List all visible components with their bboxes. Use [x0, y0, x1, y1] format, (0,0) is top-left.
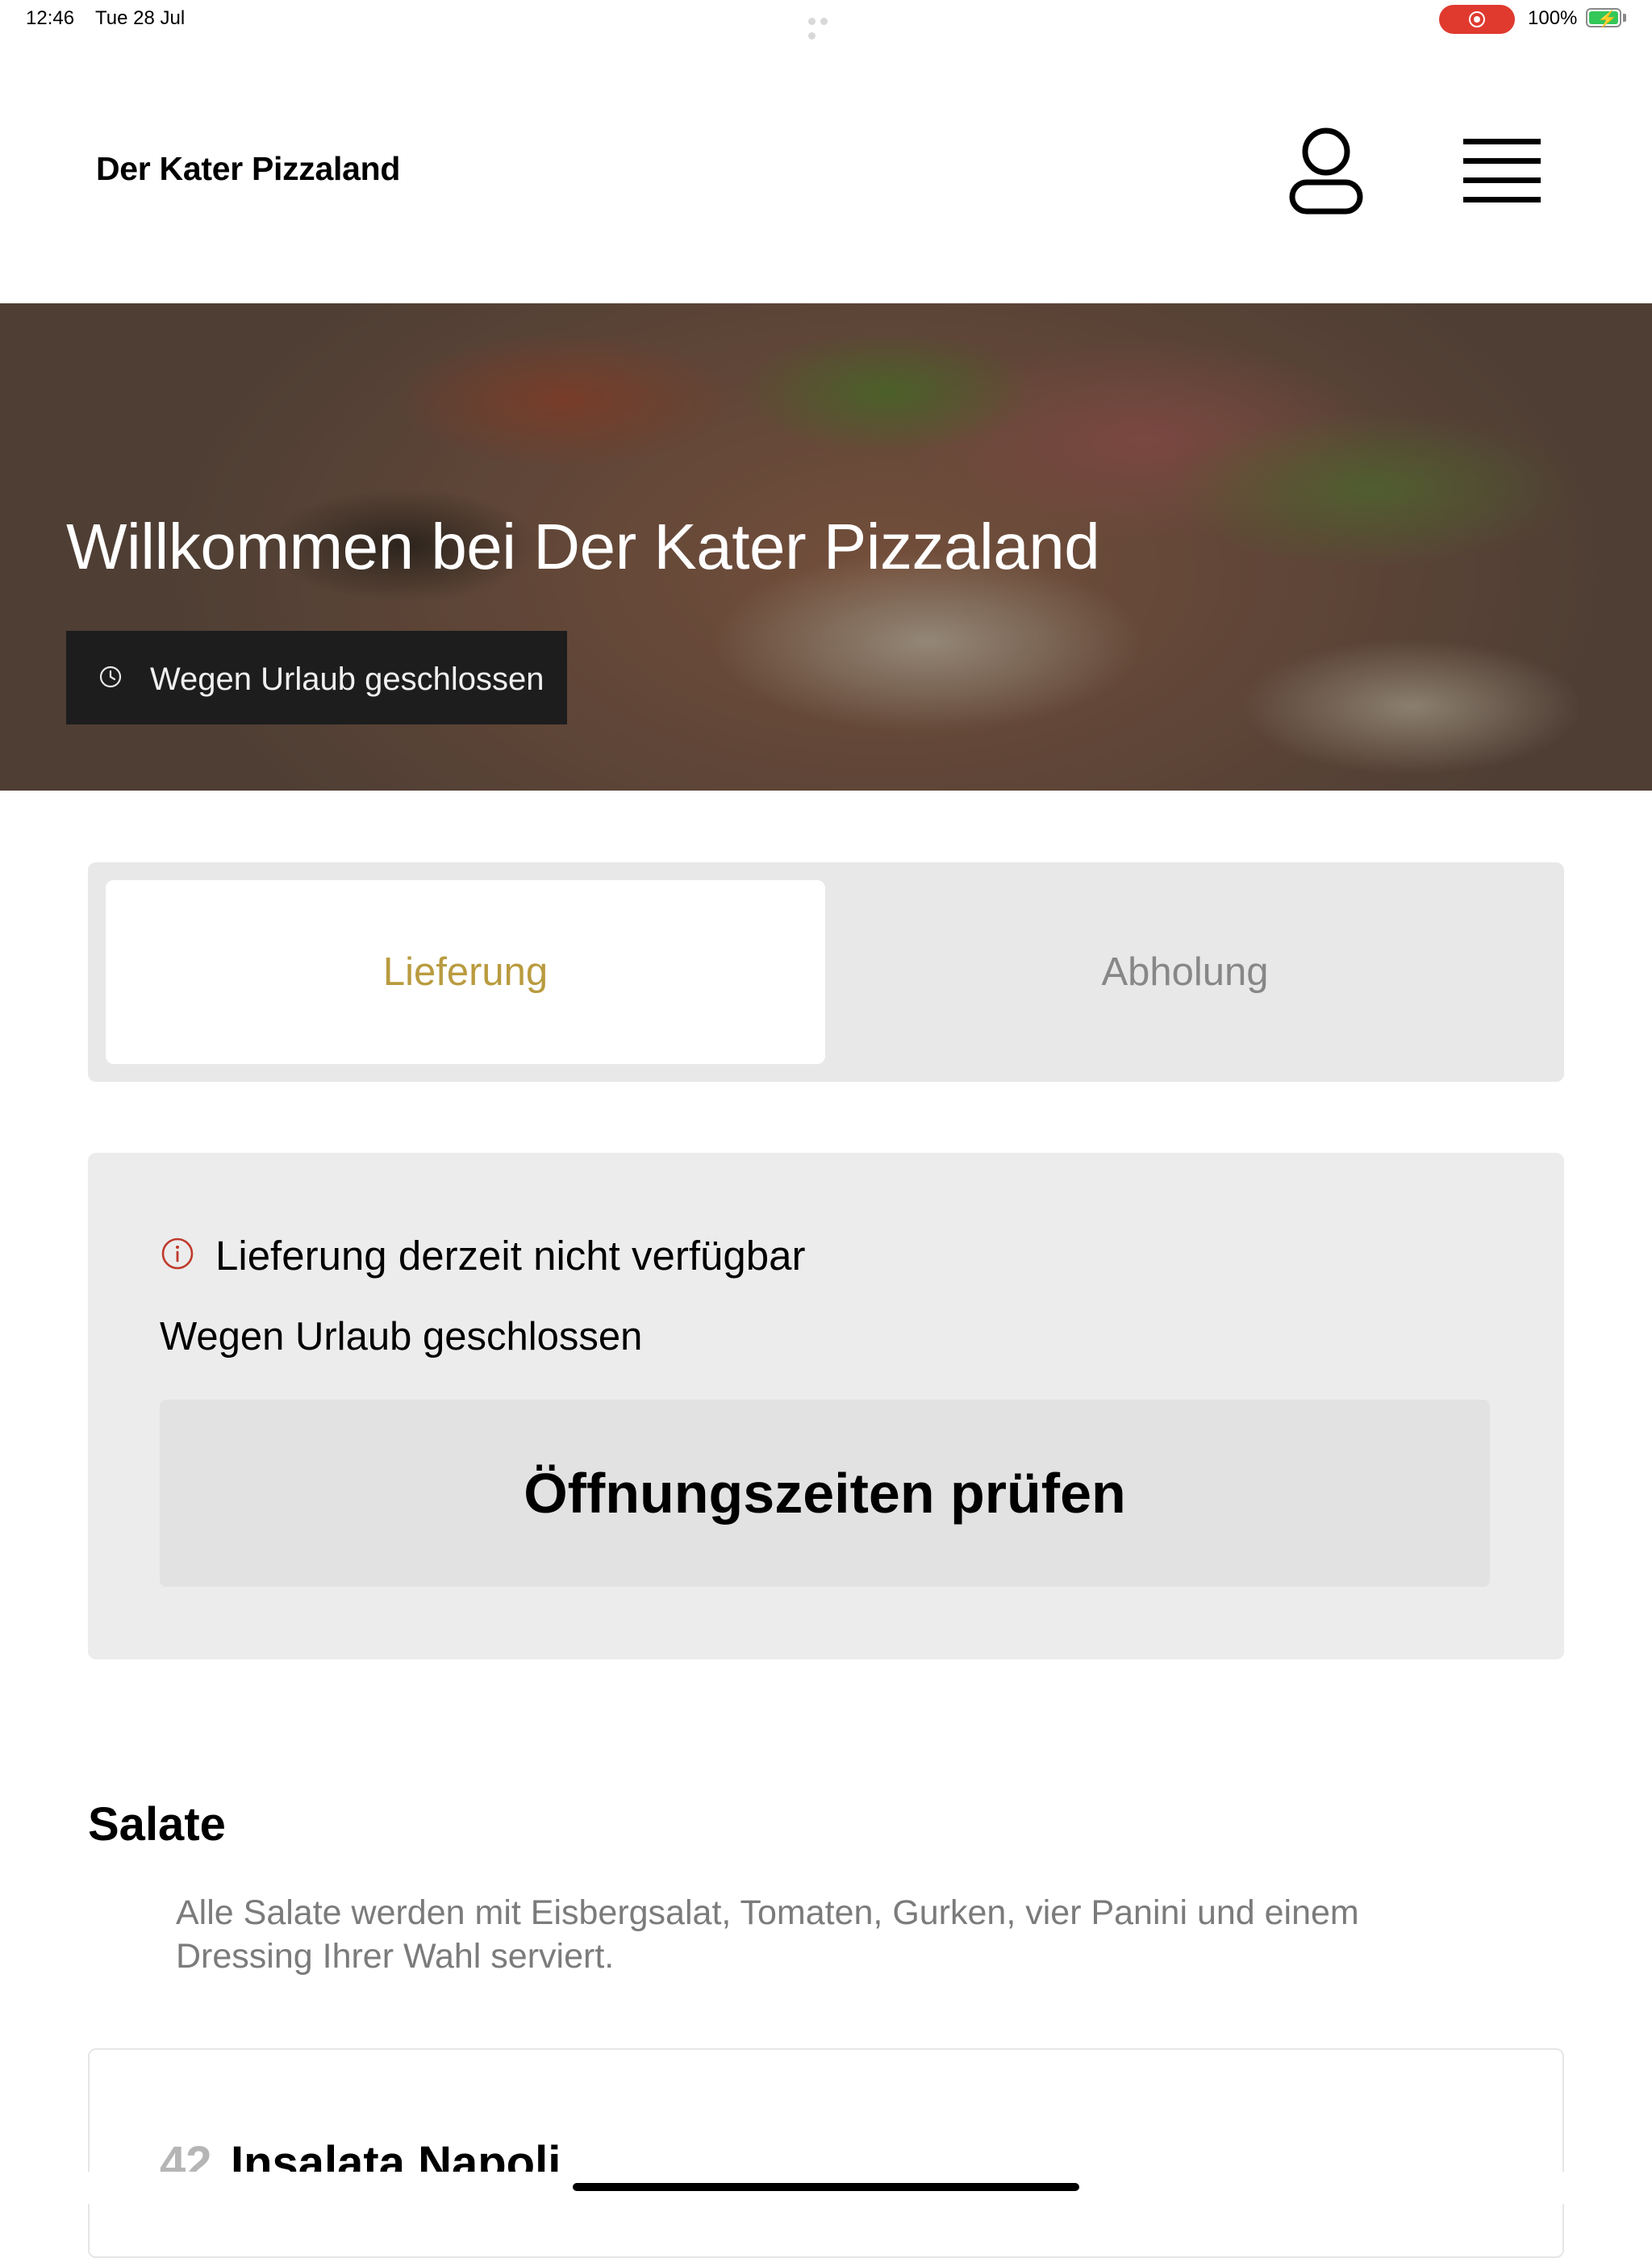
hamburger-menu-icon[interactable]: [1460, 136, 1544, 205]
section-title: Salate: [88, 1798, 226, 1851]
tab-abholung[interactable]: Abholung: [825, 880, 1545, 1064]
info-icon: [161, 1238, 194, 1270]
notice-message: Wegen Urlaub geschlossen: [160, 1315, 643, 1359]
multitasking-dots-icon[interactable]: [808, 15, 844, 40]
order-mode-switch: Lieferung Abholung: [88, 862, 1564, 1082]
section-description: Alle Salate werden mit Eisbergsalat, Tom…: [176, 1893, 1359, 1976]
home-indicator[interactable]: [573, 2183, 1079, 2191]
user-icon[interactable]: [1287, 126, 1365, 216]
battery-cap: [1623, 14, 1626, 22]
battery-percentage: 100%: [1528, 7, 1578, 29]
brand-title[interactable]: Der Kater Pizzaland: [96, 150, 400, 188]
battery-icon: ⚡: [1586, 8, 1621, 28]
status-bar: 12:46 Tue 28 Jul 100% ⚡: [0, 0, 1652, 40]
hero-banner: Willkommen bei Der Kater Pizzaland Wegen…: [0, 303, 1652, 791]
status-date: Tue 28 Jul: [95, 7, 186, 29]
screen-recording-icon[interactable]: [1439, 5, 1515, 34]
status-time: 12:46: [26, 7, 75, 29]
hero-title: Willkommen bei Der Kater Pizzaland: [66, 511, 1100, 582]
tab-lieferung[interactable]: Lieferung: [106, 880, 825, 1064]
notice-title: Lieferung derzeit nicht verfügbar: [215, 1233, 806, 1279]
clock-icon: [99, 666, 122, 688]
hero-status-text: Wegen Urlaub geschlossen: [150, 662, 544, 697]
hero-status-badge: Wegen Urlaub geschlossen: [66, 631, 567, 724]
delivery-unavailable-notice: Lieferung derzeit nicht verfügbar Wegen …: [88, 1153, 1564, 1659]
opening-hours-button[interactable]: Öffnungszeiten prüfen: [160, 1400, 1490, 1587]
